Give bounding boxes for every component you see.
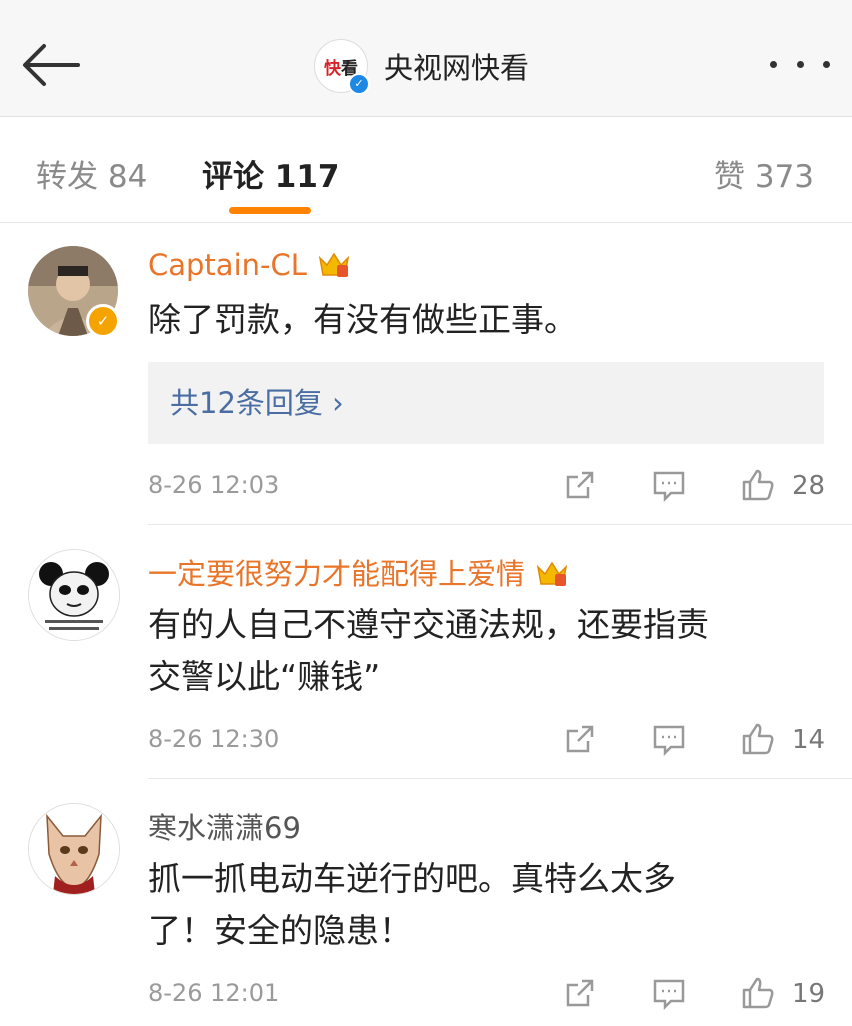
tab-comments[interactable]: 评论 117	[202, 151, 340, 196]
sphynx-cat-icon	[29, 804, 119, 894]
like-count: 19	[792, 979, 826, 1009]
comment-icon[interactable]	[651, 467, 687, 503]
comment-username[interactable]: Captain-CL	[148, 248, 351, 282]
divider	[148, 524, 852, 525]
dot-icon	[823, 60, 830, 68]
like-icon[interactable]	[740, 467, 776, 503]
avatar[interactable]	[28, 549, 120, 641]
comment-time: 8-26 12:03	[148, 471, 280, 499]
share-icon[interactable]	[562, 467, 598, 503]
divider	[148, 778, 852, 779]
comment-text: 有的人自己不遵守交通法规，还要指责 交警以此“赚钱”	[148, 605, 709, 696]
dot-icon	[796, 60, 804, 68]
comment-text: 除了罚款，有没有做些正事。	[148, 300, 577, 339]
top-bar: 快看 ✓ 央视网快看	[0, 0, 852, 117]
account-header[interactable]: 快看 ✓ 央视网快看	[314, 38, 530, 95]
back-arrow-icon	[23, 44, 80, 86]
verified-icon: ✓	[348, 73, 370, 95]
comment-username[interactable]: 寒水潇潇69	[148, 805, 301, 847]
share-icon[interactable]	[562, 975, 598, 1011]
more-options-button[interactable]	[770, 52, 830, 76]
vip-crown-icon	[536, 561, 568, 586]
dot-icon	[770, 60, 777, 68]
tab-reposts[interactable]: 转发 84	[36, 151, 147, 196]
like-icon[interactable]	[740, 721, 776, 757]
like-count: 28	[792, 471, 826, 501]
like-count: 14	[792, 725, 826, 755]
avatar[interactable]	[28, 803, 120, 895]
tab-likes[interactable]: 赞 373	[714, 151, 814, 196]
share-icon[interactable]	[562, 721, 598, 757]
replies-link[interactable]: 共12条回复 ›	[148, 362, 824, 444]
comment-time: 8-26 12:01	[148, 979, 280, 1007]
comment-time: 8-26 12:30	[148, 725, 280, 753]
vip-crown-icon	[318, 252, 350, 277]
tab-bar: 转发 84 评论 117 赞 373	[0, 117, 852, 223]
comment-username[interactable]: 一定要很努力才能配得上爱情	[148, 551, 569, 593]
verified-badge-icon: ✓	[86, 304, 120, 338]
active-tab-indicator	[229, 207, 311, 214]
comment-text: 抓一抓电动车逆行的吧。真特么太多 了！安全的隐患！	[148, 859, 676, 950]
comment-actions: 8-26 12:30 14	[148, 721, 826, 761]
account-name: 央视网快看	[384, 51, 530, 85]
comment-icon[interactable]	[651, 975, 687, 1011]
comment-actions: 8-26 12:03 28	[148, 467, 826, 507]
back-button[interactable]	[18, 40, 84, 90]
comment-icon[interactable]	[651, 721, 687, 757]
comment-actions: 8-26 12:01 19	[148, 975, 826, 1015]
panda-meme-icon	[29, 550, 119, 640]
account-logo: 快看 ✓	[314, 39, 370, 95]
like-icon[interactable]	[740, 975, 776, 1011]
